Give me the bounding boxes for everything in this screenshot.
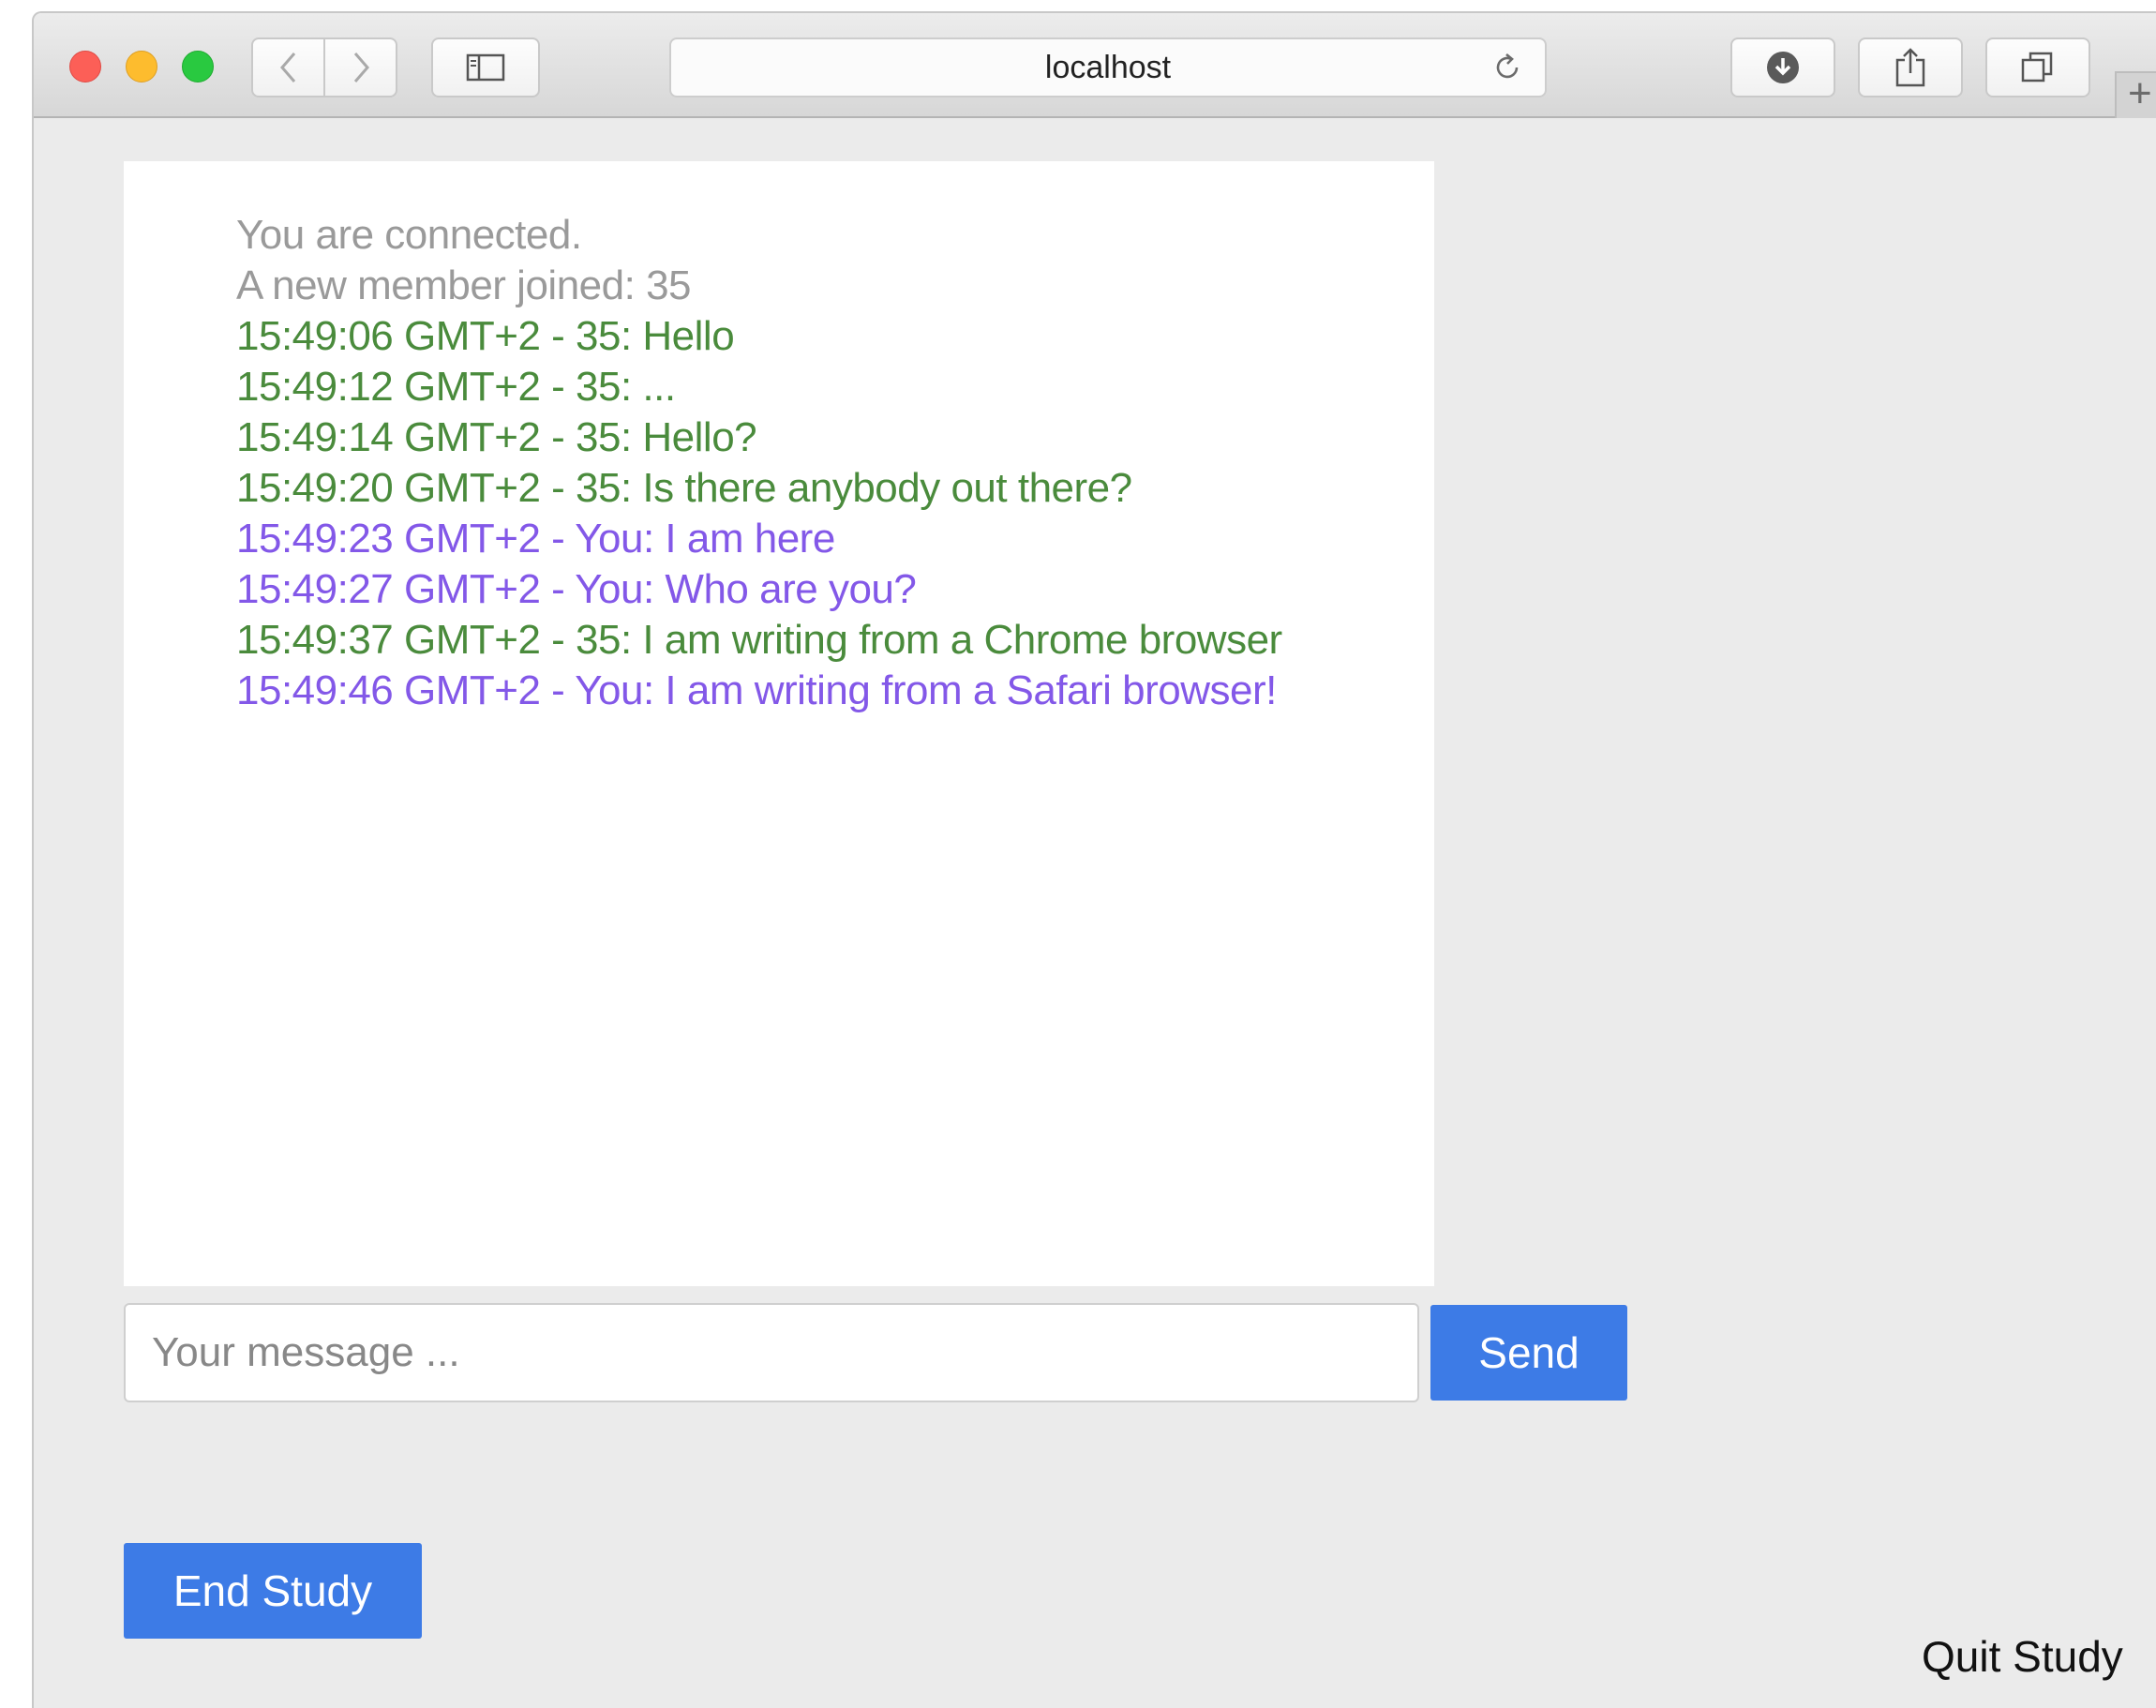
member-message: 15:49:06 GMT+2 - 35: Hello bbox=[236, 313, 735, 359]
chat-log: You are connected. A new member joined: 3… bbox=[124, 161, 1434, 1286]
end-study-button[interactable]: End Study bbox=[124, 1543, 422, 1639]
sidebar-icon bbox=[466, 53, 505, 82]
browser-toolbar: localhost + bbox=[34, 13, 2156, 118]
zoom-window-button[interactable] bbox=[182, 51, 214, 82]
page-content: You are connected. A new member joined: 3… bbox=[34, 118, 2156, 1708]
tab-overview-button[interactable] bbox=[1985, 37, 2090, 97]
own-message: 15:49:46 GMT+2 - You: I am writing from … bbox=[236, 667, 1277, 713]
system-message: You are connected. bbox=[236, 212, 582, 258]
minimize-window-button[interactable] bbox=[126, 51, 157, 82]
sidebar-button[interactable] bbox=[431, 37, 540, 97]
own-message: 15:49:27 GMT+2 - You: Who are you? bbox=[236, 566, 917, 612]
download-icon bbox=[1767, 52, 1799, 83]
quit-study-link[interactable]: Quit Study bbox=[1922, 1631, 2123, 1682]
chevron-left-icon bbox=[279, 52, 295, 82]
member-message: 15:49:20 GMT+2 - 35: Is there anybody ou… bbox=[236, 465, 1132, 511]
address-text: localhost bbox=[1044, 50, 1172, 85]
close-window-button[interactable] bbox=[69, 51, 101, 82]
share-icon bbox=[1895, 48, 1925, 87]
navigation-buttons bbox=[251, 37, 397, 97]
member-message: 15:49:14 GMT+2 - 35: Hello? bbox=[236, 414, 757, 460]
chevron-right-icon bbox=[353, 52, 369, 82]
message-input[interactable] bbox=[124, 1303, 1419, 1402]
own-message: 15:49:23 GMT+2 - You: I am here bbox=[236, 516, 835, 562]
member-message: 15:49:37 GMT+2 - 35: I am writing from a… bbox=[236, 617, 1282, 663]
address-bar[interactable]: localhost bbox=[669, 37, 1547, 97]
reload-icon[interactable] bbox=[1490, 51, 1524, 84]
downloads-button[interactable] bbox=[1730, 37, 1835, 97]
member-message: 15:49:12 GMT+2 - 35: ... bbox=[236, 364, 676, 410]
back-button[interactable] bbox=[253, 39, 325, 96]
forward-button[interactable] bbox=[325, 39, 396, 96]
system-message: A new member joined: 35 bbox=[236, 262, 692, 308]
send-button[interactable]: Send bbox=[1430, 1305, 1627, 1401]
new-tab-button[interactable]: + bbox=[2115, 71, 2156, 118]
tab-overview-icon bbox=[2021, 52, 2053, 82]
browser-window: localhost + You are connected. A new mem… bbox=[32, 11, 2156, 1708]
share-button[interactable] bbox=[1858, 37, 1963, 97]
